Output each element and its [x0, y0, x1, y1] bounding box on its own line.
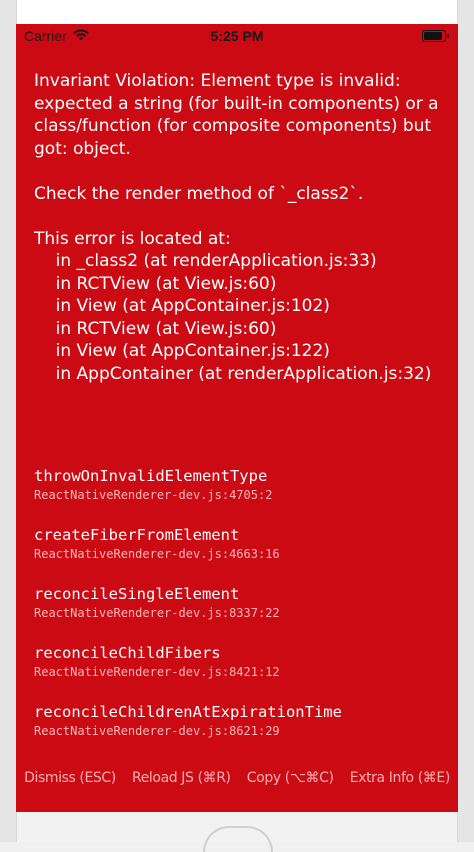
status-time: 5:25 PM	[210, 28, 264, 44]
redbox-error-screen: Carrier 5:25 PM Invariant Violation: Ele…	[16, 24, 458, 812]
stack-frame-function: reconcileSingleElement	[34, 585, 240, 603]
stack-frame-function: createFiberFromElement	[34, 526, 240, 544]
stack-frame[interactable]: createFiberFromElement ReactNativeRender…	[34, 525, 449, 584]
stack-frame-location: ReactNativeRenderer-dev.js:4705:2	[34, 488, 273, 502]
device-frame-left-edge	[0, 0, 17, 842]
stack-frame[interactable]: reconcileSingleElement ReactNativeRender…	[34, 584, 449, 643]
stack-frame[interactable]: throwOnInvalidElementType ReactNativeRen…	[34, 466, 449, 525]
home-button[interactable]	[203, 826, 273, 852]
battery-fill	[424, 32, 442, 40]
copy-button[interactable]: Copy (⌥⌘C)	[247, 770, 334, 786]
extra-info-button[interactable]: Extra Info (⌘E)	[350, 770, 451, 786]
stack-frame-location: ReactNativeRenderer-dev.js:8621:29	[34, 724, 280, 738]
stack-trace: throwOnInvalidElementType ReactNativeRen…	[34, 466, 449, 761]
stack-frame-function: reconcileChildFibers	[34, 644, 221, 662]
redbox-action-bar: Dismiss (ESC) Reload JS (⌘R) Copy (⌥⌘C) …	[16, 766, 458, 790]
stack-frame-location: ReactNativeRenderer-dev.js:8421:12	[34, 665, 280, 679]
stack-frame-function: throwOnInvalidElementType	[34, 467, 268, 485]
stack-frame[interactable]: reconcileChildrenAtExpirationTime ReactN…	[34, 702, 449, 761]
battery-icon	[422, 30, 449, 42]
stack-frame[interactable]: reconcileChildFibers ReactNativeRenderer…	[34, 643, 449, 702]
reload-js-button[interactable]: Reload JS (⌘R)	[132, 770, 231, 786]
error-message: Invariant Violation: Element type is inv…	[34, 71, 439, 384]
stack-frame-function: reconcileChildrenAtExpirationTime	[34, 703, 342, 721]
battery-tip	[447, 34, 449, 38]
stack-frame-location: ReactNativeRenderer-dev.js:4663:16	[34, 547, 280, 561]
device-frame: Carrier 5:25 PM Invariant Violation: Ele…	[0, 0, 474, 852]
dismiss-button[interactable]: Dismiss (ESC)	[24, 770, 116, 786]
status-bar: Carrier 5:25 PM	[16, 24, 458, 48]
stack-frame-location: ReactNativeRenderer-dev.js:8337:22	[34, 606, 280, 620]
device-frame-right-edge	[457, 0, 474, 842]
